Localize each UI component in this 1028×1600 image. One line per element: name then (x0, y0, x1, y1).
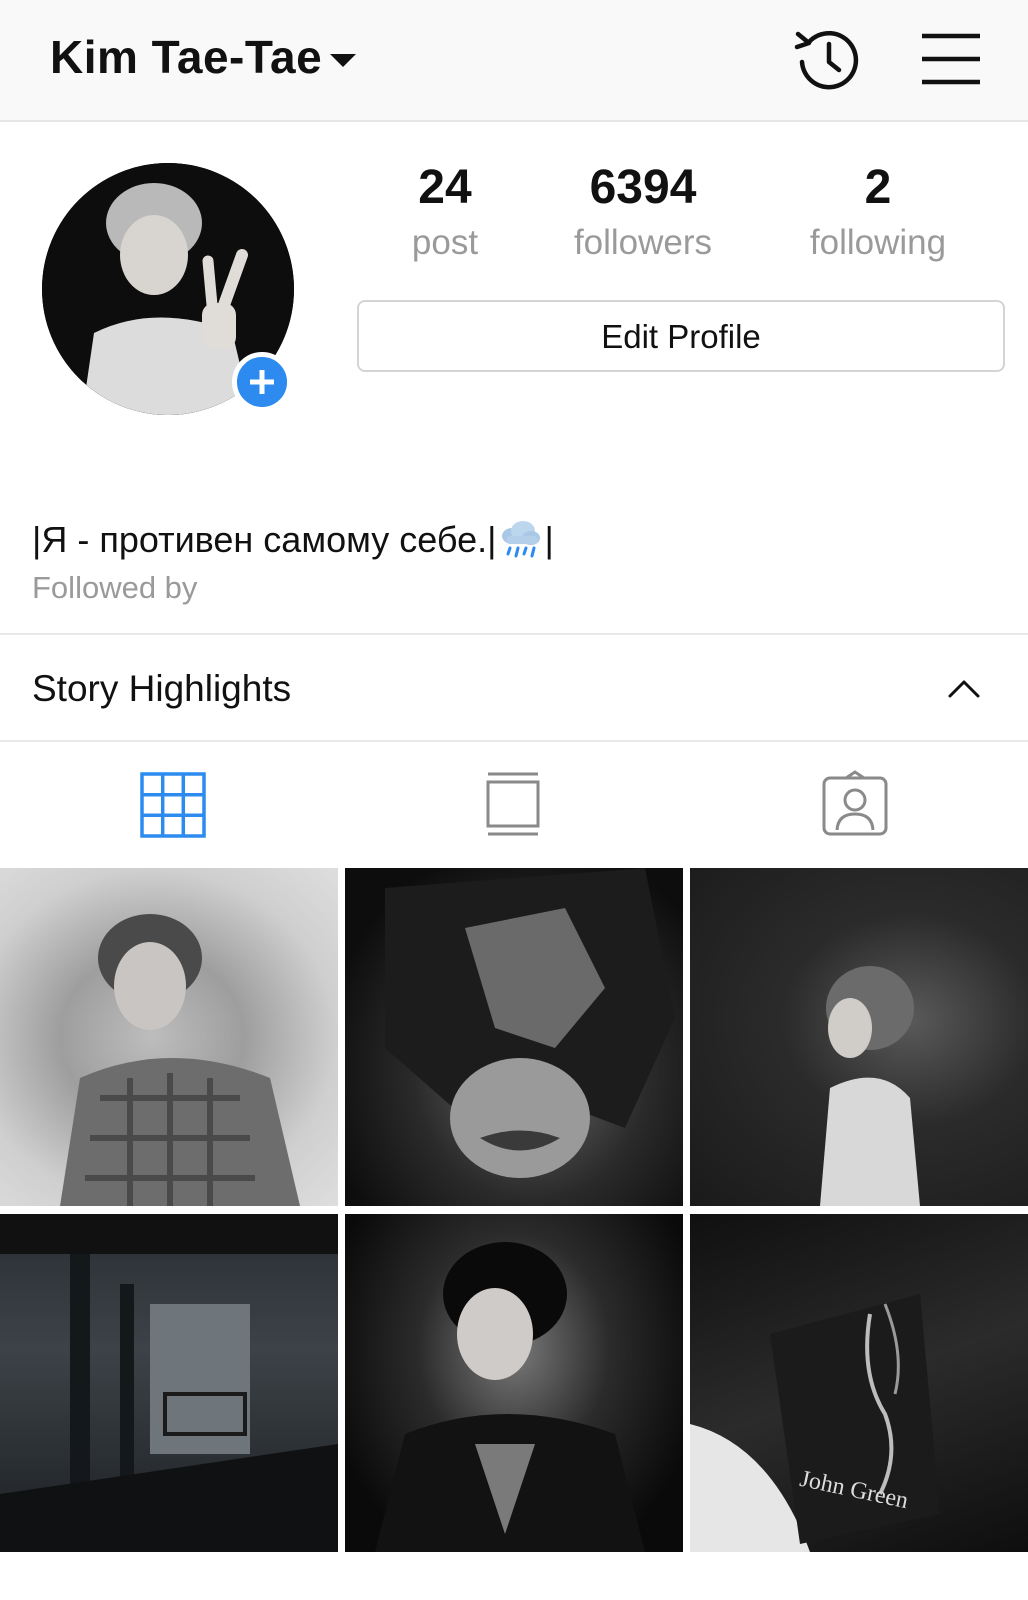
top-bar: Kim Tae-Tae (0, 0, 1028, 122)
chevron-down-icon[interactable] (330, 54, 356, 67)
grid-icon[interactable] (138, 770, 208, 840)
followers-count-label: followers (573, 223, 713, 262)
section-divider (0, 633, 1028, 635)
following-count[interactable]: 2 following (788, 160, 968, 268)
section-divider (0, 740, 1028, 742)
posts-count[interactable]: 24 post (385, 160, 505, 268)
post-thumbnail[interactable] (690, 868, 1028, 1206)
post-image: John Green (690, 1294, 940, 1552)
menu-icon[interactable] (916, 24, 986, 94)
profile-bio: |Я - противен самому себе.| | (32, 518, 554, 561)
story-highlights-title[interactable]: Story Highlights (32, 668, 291, 710)
username-title[interactable]: Kim Tae-Tae (50, 30, 322, 84)
post-thumbnail[interactable] (345, 868, 683, 1206)
rain-cloud-icon (502, 521, 541, 558)
post-image (385, 868, 675, 1178)
followers-count[interactable]: 6394 followers (548, 160, 738, 268)
posts-count-value: 24 (418, 161, 472, 214)
following-count-label: following (809, 223, 947, 262)
post-image (375, 1242, 645, 1552)
chevron-up-icon[interactable] (946, 672, 982, 708)
tagged-icon[interactable] (820, 770, 890, 840)
following-count-value: 2 (864, 161, 892, 214)
feed-icon[interactable] (478, 770, 548, 840)
post-thumbnail[interactable] (345, 1214, 683, 1552)
history-icon[interactable] (792, 24, 862, 94)
bio-text: |Я - противен самому себе.| (32, 519, 497, 560)
edit-profile-button[interactable]: Edit Profile (357, 300, 1005, 372)
post-image (60, 914, 300, 1206)
add-story-icon[interactable] (232, 352, 292, 412)
post-image (820, 966, 920, 1206)
post-thumbnail[interactable] (0, 1214, 338, 1552)
post-image (0, 1214, 338, 1552)
bio-text-end: | (544, 519, 554, 560)
post-thumbnail[interactable] (0, 868, 338, 1206)
followed-by-text[interactable]: Followed by (32, 570, 197, 606)
post-thumbnail[interactable]: John Green (690, 1214, 1028, 1552)
posts-count-label: post (411, 223, 479, 262)
followers-count-value: 6394 (589, 161, 697, 214)
